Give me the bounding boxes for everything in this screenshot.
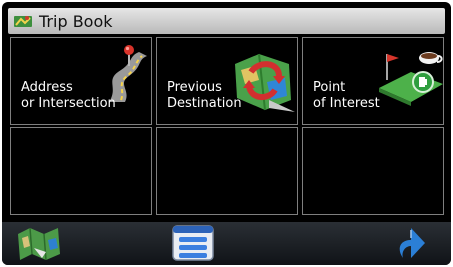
map-icon[interactable] xyxy=(16,224,62,262)
tile-point-of-interest-label: Point of Interest xyxy=(313,80,380,111)
tile-previous-destination-label: Previous Destination xyxy=(167,80,242,111)
tile-empty-3 xyxy=(302,127,444,215)
device-screen: Trip Book Address or Intersection Previo… xyxy=(2,2,451,265)
bottom-toolbar xyxy=(2,222,451,265)
tile-address-label: Address or Intersection xyxy=(21,80,116,111)
trip-book-icon xyxy=(14,16,32,27)
tile-empty-1 xyxy=(10,127,152,215)
tile-address[interactable]: Address or Intersection xyxy=(10,37,152,125)
page-title: Trip Book xyxy=(39,11,113,31)
list-icon[interactable] xyxy=(171,224,215,262)
tile-previous-destination[interactable]: Previous Destination xyxy=(156,37,298,125)
back-icon[interactable] xyxy=(391,224,431,262)
poi-icon xyxy=(379,52,443,106)
tile-empty-2 xyxy=(156,127,298,215)
tile-point-of-interest[interactable]: Point of Interest xyxy=(302,37,444,125)
title-bar: Trip Book xyxy=(8,8,445,34)
